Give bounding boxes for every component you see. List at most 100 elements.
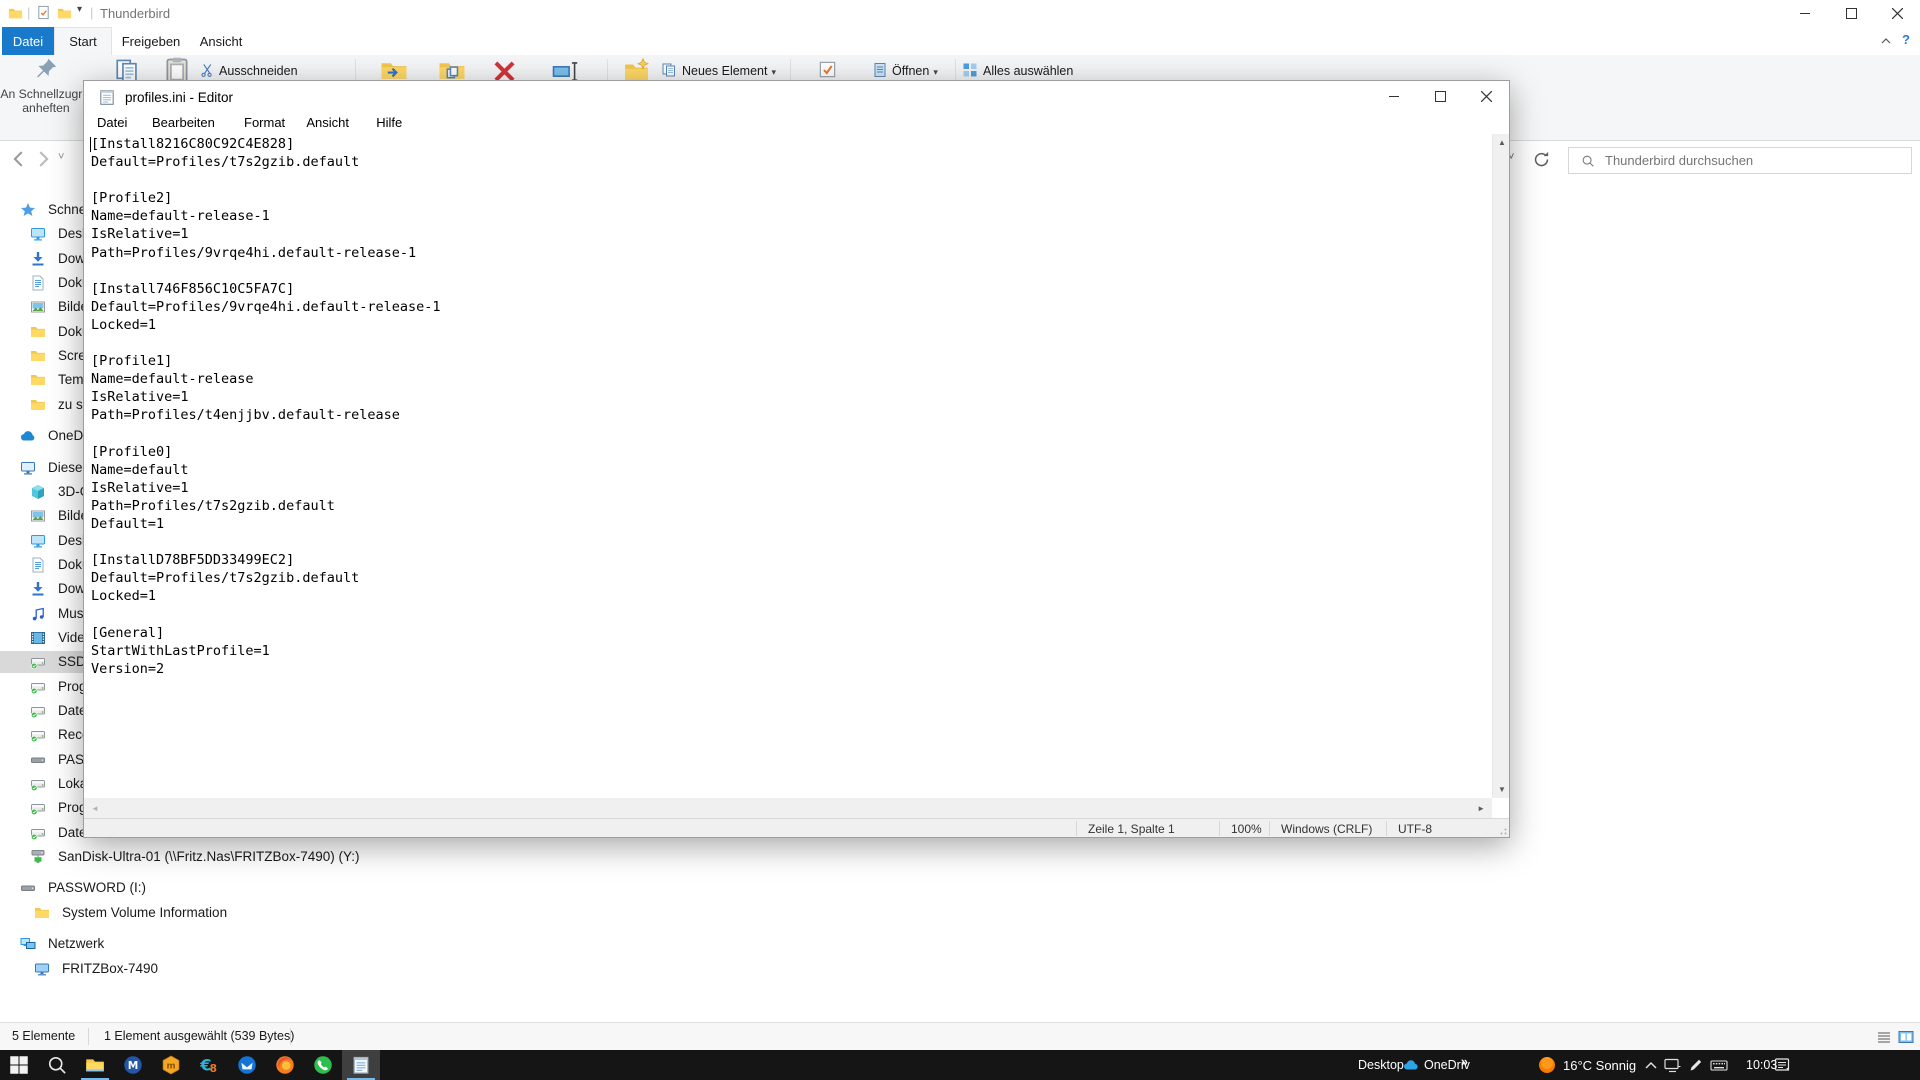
select-all-label[interactable]: Alles auswählen <box>983 64 1073 78</box>
qat-newfolder-icon[interactable] <box>57 6 72 21</box>
notepad-line <box>91 334 1491 352</box>
cut-label[interactable]: Ausschneiden <box>219 64 298 78</box>
action-center-icon[interactable] <box>1774 1057 1791 1073</box>
ribbon-tab-ansicht[interactable]: Ansicht <box>190 27 252 55</box>
forward-icon[interactable] <box>32 148 54 170</box>
scroll-down-icon[interactable]: ▼ <box>1498 785 1506 794</box>
document-icon <box>30 275 46 291</box>
sidebar-item[interactable]: PASSWORD (I:) <box>0 877 310 899</box>
desktop-toolbar-label[interactable]: Desktop <box>1358 1058 1404 1072</box>
weather-label[interactable]: 16°C Sonnig <box>1563 1058 1636 1073</box>
easy-select-icon[interactable] <box>818 60 837 79</box>
ribbon-tab-datei[interactable]: Datei <box>2 27 54 55</box>
network-status-icon[interactable] <box>1664 1057 1681 1073</box>
large-icons-view-icon[interactable] <box>1898 1029 1914 1045</box>
start-icon <box>9 1055 29 1075</box>
taskbar-button-start[interactable] <box>0 1050 38 1080</box>
select-all-icon[interactable] <box>962 62 978 78</box>
notepad-line: [Profile0] <box>91 443 1491 461</box>
line-ending: Windows (CRLF) <box>1281 822 1372 836</box>
taskbar-button-firefox[interactable] <box>266 1050 304 1080</box>
notepad-line <box>91 533 1491 551</box>
new-item-label[interactable]: Neues Element▾ <box>682 64 776 78</box>
search-box[interactable] <box>1568 147 1912 174</box>
scroll-up-icon[interactable]: ▲ <box>1498 138 1506 147</box>
tray-expand-chevron-icon[interactable] <box>1644 1060 1658 1070</box>
explorer-minimize-button[interactable] <box>1782 0 1828 27</box>
explorer-titlebar: | ▾ | Thunderbird <box>0 0 1920 27</box>
text-caret <box>90 137 91 152</box>
notepad-line: [General] <box>91 624 1491 642</box>
weather-sun-icon[interactable] <box>1538 1056 1556 1074</box>
network-icon <box>20 936 36 952</box>
drive-icon <box>30 800 46 816</box>
pin-to-quick-access-label[interactable]: An Schnellzugriffanheften <box>0 87 92 115</box>
selection-info: 1 Element ausgewählt (539 Bytes) <box>104 1029 294 1043</box>
notepad-menu-datei[interactable]: Datei <box>89 115 135 130</box>
notepad-line: [Install746F856C10C5FA7C] <box>91 280 1491 298</box>
search-icon <box>47 1055 67 1075</box>
folder-icon <box>30 324 46 340</box>
taskbar-button-thunderbird[interactable] <box>228 1050 266 1080</box>
search-icon <box>1581 154 1595 168</box>
taskbar-button-whatsapp[interactable] <box>304 1050 342 1080</box>
toolbar-overflow-chevron[interactable]: » <box>1461 1055 1468 1069</box>
sidebar-item[interactable]: System Volume Information <box>0 902 310 924</box>
horizontal-scrollbar[interactable]: ◄ ► <box>84 798 1492 818</box>
qat-customize-chevron[interactable]: ▾ <box>77 4 82 15</box>
pc-icon <box>20 460 36 476</box>
notepad-menu-format[interactable]: Format <box>236 115 293 130</box>
recent-locations-chevron[interactable]: ˅ <box>58 151 64 163</box>
new-item-icon[interactable] <box>661 62 677 78</box>
refresh-icon[interactable] <box>1532 150 1551 169</box>
help-icon[interactable]: ? <box>1902 32 1910 47</box>
taskbar-button-hexagon[interactable]: m <box>152 1050 190 1080</box>
scroll-left-icon[interactable]: ◄ <box>91 804 99 813</box>
notepad-menu-hilfe[interactable]: Hilfe <box>368 115 410 130</box>
notepad-text-area[interactable]: [Install8216C80C92C4E828]Default=Profile… <box>91 135 1491 678</box>
scroll-right-icon[interactable]: ► <box>1477 804 1485 813</box>
monitor-icon <box>30 533 46 549</box>
sidebar-item[interactable]: Netzwerk <box>0 933 310 955</box>
touch-keyboard-icon[interactable] <box>1710 1057 1728 1073</box>
folder-icon <box>30 397 46 413</box>
folder-icon <box>30 372 46 388</box>
notepad-menu-bearbeiten[interactable]: Bearbeiten <box>144 115 223 130</box>
vertical-scrollbar[interactable]: ▲ ▼ <box>1492 134 1509 798</box>
notepad-minimize-button[interactable] <box>1371 81 1417 112</box>
qat-separator: | <box>90 5 93 20</box>
clock[interactable]: 10:03 <box>1746 1058 1777 1072</box>
qat-properties-icon[interactable] <box>36 5 51 20</box>
ribbon-tab-freigeben[interactable]: Freigeben <box>112 27 190 55</box>
notepad-title: profiles.ini - Editor <box>125 90 233 105</box>
open-label[interactable]: Öffnen▾ <box>892 64 938 78</box>
pin-icon[interactable] <box>34 57 58 81</box>
open-icon[interactable] <box>872 62 888 78</box>
taskbar-button-explorer[interactable] <box>76 1050 114 1080</box>
taskbar-button-euro[interactable]: €8 <box>190 1050 228 1080</box>
onedrive-icon[interactable] <box>1403 1058 1420 1071</box>
sidebar-item[interactable]: FRITZBox-7490 <box>0 958 310 980</box>
ribbon-tab-start[interactable]: Start <box>54 27 112 55</box>
taskbar-button-m-circle[interactable]: M <box>114 1050 152 1080</box>
back-icon[interactable] <box>8 148 30 170</box>
details-view-icon[interactable] <box>1876 1029 1892 1045</box>
notepad-titlebar[interactable]: profiles.ini - Editor <box>84 81 1509 113</box>
notepad-icon <box>351 1055 371 1075</box>
notepad-close-button[interactable] <box>1463 81 1509 112</box>
explorer-close-button[interactable] <box>1874 0 1920 27</box>
taskbar-button-notepad[interactable] <box>342 1050 380 1080</box>
notepad-maximize-button[interactable] <box>1417 81 1463 112</box>
resize-grip[interactable] <box>1497 825 1507 835</box>
taskbar-button-search[interactable] <box>38 1050 76 1080</box>
sidebar-item[interactable]: SanDisk-Ultra-01 (\\Fritz.Nas\FRITZBox-7… <box>0 846 310 868</box>
pen-input-icon[interactable] <box>1688 1057 1704 1073</box>
monitor-icon <box>30 226 46 242</box>
cut-icon[interactable] <box>200 63 215 78</box>
notepad-line: IsRelative=1 <box>91 479 1491 497</box>
search-input[interactable] <box>1603 152 1897 169</box>
download-icon <box>30 581 46 597</box>
explorer-maximize-button[interactable] <box>1828 0 1874 27</box>
ribbon-collapse-icon[interactable] <box>1880 36 1892 46</box>
notepad-menu-ansicht[interactable]: Ansicht <box>298 115 357 130</box>
